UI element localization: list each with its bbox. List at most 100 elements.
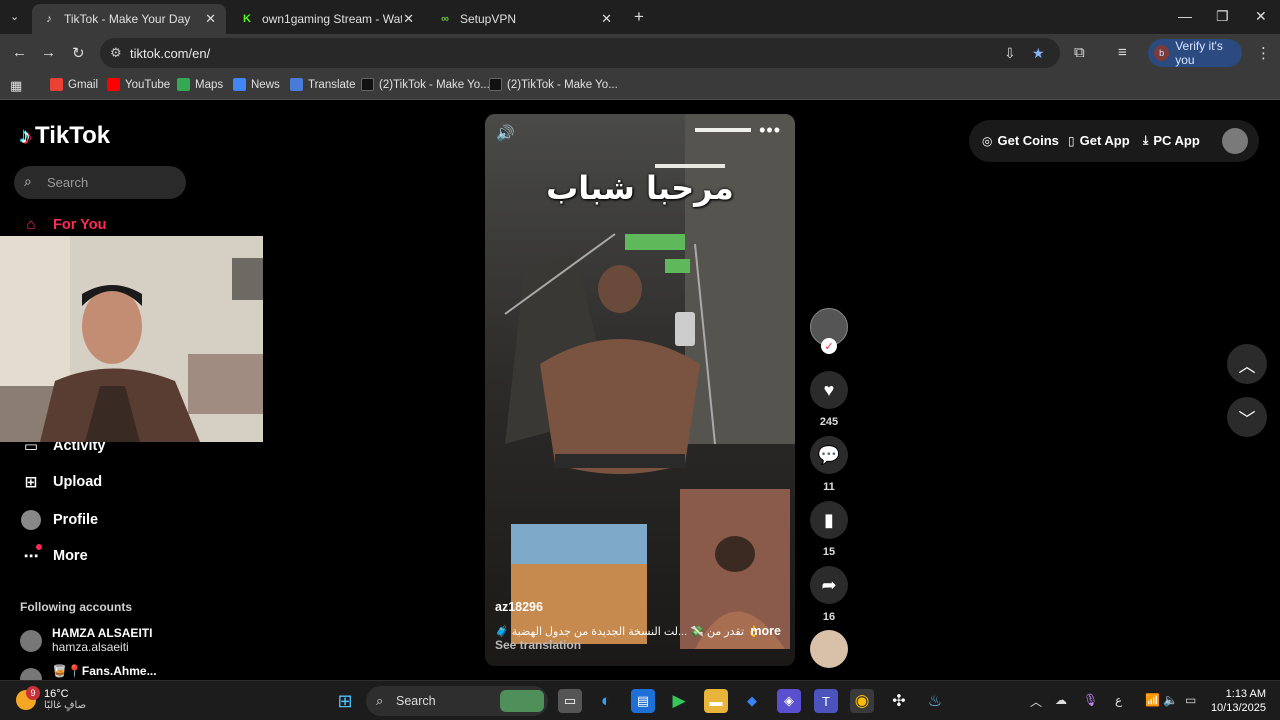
tab-search-icon[interactable]: ⌄ — [10, 10, 19, 23]
nav-upload[interactable]: ⊞ Upload — [20, 473, 102, 491]
app-chat-icon[interactable]: ✣ — [887, 689, 911, 713]
see-translation-link[interactable]: See translation — [495, 638, 581, 652]
weather-sun-icon: 9 — [16, 685, 40, 710]
account-item[interactable]: HAMZA ALSAEITI hamza.alsaeiti — [20, 626, 152, 654]
save-button[interactable]: ▮ 15 — [810, 501, 848, 558]
next-video-button[interactable]: ﹀ — [1227, 397, 1267, 437]
more-dots-icon: ⋯ — [20, 544, 42, 565]
minimize-icon[interactable]: — — [1178, 8, 1192, 24]
bookmark-gmail[interactable]: Gmail — [50, 78, 98, 91]
install-app-icon[interactable]: ⇩ — [1004, 45, 1016, 62]
nav-more[interactable]: ⋯ More — [20, 544, 88, 565]
search-icon: ⌕ — [376, 693, 384, 708]
forward-icon[interactable]: → — [41, 44, 56, 61]
verify-label: Verify it's you — [1175, 39, 1223, 67]
close-icon[interactable]: ✕ — [403, 11, 414, 27]
verify-profile-button[interactable]: b Verify it's you — [1148, 39, 1242, 67]
apps-grid-icon[interactable]: ▦ — [10, 78, 22, 94]
wifi-icon[interactable]: 📶 — [1145, 693, 1160, 707]
description-more-link[interactable]: more — [750, 624, 781, 638]
bookmark-translate[interactable]: Translate — [290, 78, 356, 91]
profile-avatar-icon — [20, 510, 42, 530]
close-icon[interactable]: ✕ — [601, 11, 612, 27]
reload-icon[interactable]: ↻ — [72, 44, 85, 62]
bookmark-news[interactable]: News — [233, 78, 280, 91]
comment-button[interactable]: 💬 11 — [810, 436, 848, 493]
following-check-icon[interactable]: ✓ — [821, 338, 837, 354]
share-button[interactable]: ➦ 16 — [810, 566, 848, 623]
like-button[interactable]: ♥ 245 — [810, 371, 848, 428]
profile-avatar-icon: b — [1154, 45, 1170, 61]
browser-tab-bar: ⌄ ♪ TikTok - Make Your Day ✕ K own1gamin… — [0, 0, 1280, 34]
tiktok-icon: ♪ — [46, 13, 52, 25]
tab-setupvpn[interactable]: ∞ SetupVPN ✕ — [428, 4, 622, 34]
task-view-icon[interactable]: ▭ — [558, 689, 582, 713]
save-count: 15 — [822, 546, 836, 558]
teams-icon[interactable]: T — [814, 689, 838, 713]
video-player[interactable]: مرحبا شباب 🔊 ••• az18296 🧳 تقدر من 💸 ...… — [485, 114, 795, 666]
steam-icon[interactable]: ♨ — [923, 689, 947, 713]
input-language[interactable]: ع — [1115, 693, 1122, 707]
weather-widget[interactable]: 9 16°C صافٍ غالبًا — [16, 685, 86, 711]
get-coins-button[interactable]: ◎ Get Coins — [982, 133, 1059, 148]
extensions-icon[interactable]: ⧉ — [1074, 44, 1085, 61]
music-disc-avatar[interactable] — [810, 630, 848, 668]
windows-start-icon[interactable]: ⊞ — [333, 689, 357, 713]
close-icon[interactable]: ✕ — [205, 11, 216, 27]
windows-taskbar: 9 16°C صافٍ غالبًا ⊞ ⌕ Search ▭ ◐ ▤ ▶ ▬ … — [0, 680, 1280, 720]
address-bar[interactable]: ⚙ tiktok.com/en/ ⇩ ★ — [100, 38, 1060, 68]
bookmark-tiktok-2[interactable]: (2)TikTok - Make Yo... — [489, 78, 618, 91]
battery-icon[interactable]: ▭ — [1185, 693, 1196, 707]
app-diamond-icon[interactable]: ◆ — [740, 689, 764, 713]
notification-badge: 9 — [26, 685, 40, 700]
bookmark-star-icon[interactable]: ★ — [1032, 45, 1045, 62]
tiktok-logo[interactable]: ♪ TikTok — [20, 122, 110, 150]
volume-icon[interactable]: 🔊 — [496, 124, 515, 142]
temperature: 16°C — [44, 688, 69, 700]
pc-app-button[interactable]: ⤓ PC App — [1143, 133, 1200, 148]
get-app-button[interactable]: ▯ Get App — [1068, 133, 1130, 148]
avatar — [20, 630, 42, 652]
video-options-icon[interactable]: ••• — [759, 120, 781, 141]
menu-kebab-icon[interactable]: ⋮ — [1256, 44, 1271, 62]
back-icon[interactable]: ← — [12, 44, 27, 61]
chrome-icon[interactable]: ◉ — [850, 689, 874, 713]
tab-title: SetupVPN — [460, 12, 517, 26]
kick-icon: K — [243, 13, 251, 25]
taskbar-search-label: Search — [396, 694, 436, 708]
video-author[interactable]: az18296 — [495, 600, 543, 614]
webcam-overlay — [0, 236, 263, 442]
tiktok-icon — [489, 78, 502, 91]
bookmark-tiktok-1[interactable]: (2)TikTok - Make Yo... — [361, 78, 490, 91]
bookmark-maps[interactable]: Maps — [177, 78, 223, 91]
tab-tiktok[interactable]: ♪ TikTok - Make Your Day ✕ — [32, 4, 226, 34]
tiktok-note-icon: ♪ — [20, 123, 31, 148]
show-hidden-icons[interactable]: ︿ — [1030, 693, 1042, 710]
phone-icon: ▯ — [1068, 133, 1075, 148]
file-explorer-icon[interactable]: ▬ — [704, 689, 728, 713]
system-clock[interactable]: 1:13 AM 10/13/2025 — [1210, 687, 1266, 715]
bookmark-youtube[interactable]: YouTube — [107, 78, 170, 91]
restore-icon[interactable]: ❐ — [1216, 8, 1229, 25]
play-store-icon[interactable]: ▶ — [667, 689, 691, 713]
tab-kick[interactable]: K own1gaming Stream - Watch Li ✕ — [230, 4, 424, 34]
store-icon[interactable]: ▤ — [631, 689, 655, 713]
user-avatar[interactable] — [1222, 128, 1248, 154]
nav-for-you[interactable]: ⌂ For You — [20, 216, 106, 233]
microphone-icon[interactable]: 🎙 — [1083, 693, 1098, 707]
nav-profile[interactable]: Profile — [20, 510, 98, 530]
new-tab-button[interactable]: + — [634, 7, 644, 27]
previous-video-button[interactable]: ︿ — [1227, 344, 1267, 384]
visual-studio-icon[interactable]: ◈ — [777, 689, 801, 713]
bookmarks-bar: ▦ Gmail YouTube Maps News Translate (2)T… — [0, 72, 1280, 100]
window-close-icon[interactable]: ✕ — [1255, 8, 1267, 25]
edge-icon[interactable]: ◐ — [594, 689, 618, 713]
search-input[interactable]: ⌕ Search — [14, 166, 186, 199]
taskbar-search[interactable]: ⌕ Search — [366, 686, 548, 716]
onedrive-icon[interactable]: ☁ — [1055, 693, 1067, 707]
site-info-icon[interactable]: ⚙ — [110, 45, 122, 61]
comment-icon: 💬 — [810, 436, 848, 474]
volume-icon[interactable]: 🔈 — [1163, 693, 1178, 707]
media-controls-icon[interactable]: ≡ — [1118, 44, 1127, 61]
like-count: 245 — [819, 416, 839, 428]
